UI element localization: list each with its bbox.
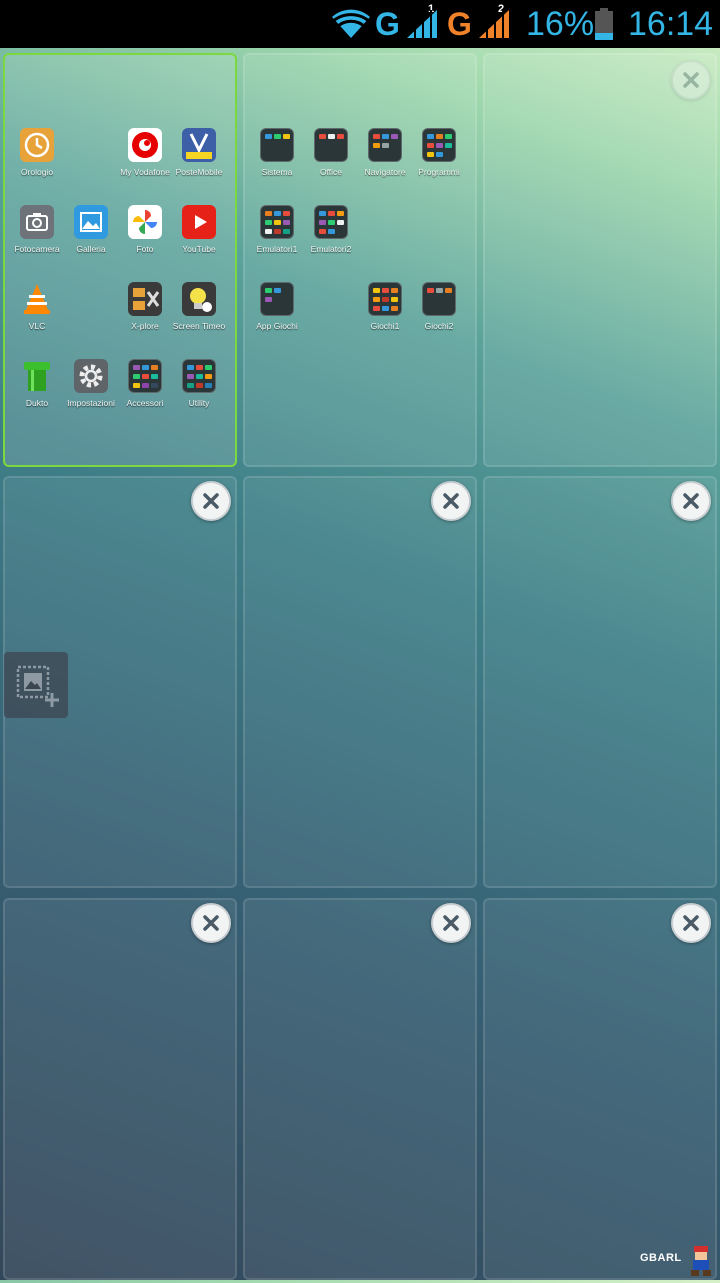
- folder-icon: [314, 128, 348, 162]
- watermark: GBARL: [640, 1252, 682, 1264]
- camera-icon: [20, 205, 54, 239]
- folder-giochi2[interactable]: Giochi2: [412, 282, 466, 331]
- dukto-icon: [20, 359, 54, 393]
- folder-icon: [260, 282, 294, 316]
- battery-percent: 16%: [526, 4, 595, 43]
- gallery-icon: [74, 205, 108, 239]
- postemobile-icon: [182, 128, 216, 162]
- folder-icon: [260, 128, 294, 162]
- folder-navigatore[interactable]: Navigatore: [358, 128, 412, 177]
- app-foto[interactable]: Foto: [118, 205, 172, 254]
- folder-icon: [260, 205, 294, 239]
- close-icon[interactable]: [671, 60, 711, 100]
- folder-programmi[interactable]: Programmi: [412, 128, 466, 177]
- app-galleria[interactable]: Galleria: [64, 205, 118, 254]
- app-x-plore[interactable]: X-plore: [118, 282, 172, 331]
- status-bar: G 1 G 2 16% 16:14: [0, 0, 720, 48]
- signal-icon: [405, 0, 439, 48]
- add-wallpaper-button[interactable]: [4, 652, 68, 718]
- close-icon[interactable]: [671, 481, 711, 521]
- app-orologio[interactable]: Orologio: [10, 128, 64, 177]
- app-youtube[interactable]: YouTube: [172, 205, 226, 254]
- folder-utility[interactable]: Utility: [172, 359, 226, 408]
- home-screen-9[interactable]: [483, 898, 717, 1280]
- app-screen-timeout[interactable]: Screen Timeo: [172, 282, 226, 331]
- close-icon[interactable]: [671, 903, 711, 943]
- signal-icon: [477, 0, 511, 48]
- xplore-icon: [128, 282, 162, 316]
- folder-icon: [422, 128, 456, 162]
- home-screen-7[interactable]: [3, 898, 237, 1280]
- youtube-icon: [182, 205, 216, 239]
- home-screen-2[interactable]: Sistema Office Navigatore Programmi Emul…: [243, 53, 477, 467]
- folder-office[interactable]: Office: [304, 128, 358, 177]
- folder-icon: [182, 359, 216, 393]
- close-icon[interactable]: [431, 903, 471, 943]
- close-icon[interactable]: [191, 903, 231, 943]
- network-type-2: G: [447, 5, 472, 42]
- close-icon[interactable]: [431, 481, 471, 521]
- folder-icon: [314, 205, 348, 239]
- app-dukto[interactable]: Dukto: [10, 359, 64, 408]
- mario-icon: [688, 1244, 714, 1283]
- app-impostazioni[interactable]: Impostazioni: [64, 359, 118, 408]
- clock-icon: [20, 128, 54, 162]
- folder-icon: [422, 282, 456, 316]
- vodafone-icon: [128, 128, 162, 162]
- network-type-1: G: [375, 5, 400, 42]
- folder-icon: [368, 282, 402, 316]
- battery-icon: [594, 0, 614, 48]
- app-postemobile[interactable]: PosteMobile: [172, 128, 226, 177]
- folder-icon: [368, 128, 402, 162]
- crop-image-add-icon: [16, 665, 59, 707]
- folder-app-giochi[interactable]: App Giochi: [250, 282, 304, 331]
- folder-accessori[interactable]: Accessori: [118, 359, 172, 408]
- vlc-icon: [20, 282, 54, 316]
- app-vlc[interactable]: VLC: [10, 282, 64, 331]
- folder-giochi1[interactable]: Giochi1: [358, 282, 412, 331]
- home-screen-8[interactable]: [243, 898, 477, 1280]
- folder-emulatori1[interactable]: Emulatori1: [250, 205, 304, 254]
- app-my-vodafone[interactable]: My Vodafone: [118, 128, 172, 177]
- home-screen-3[interactable]: [483, 53, 717, 467]
- photos-icon: [128, 205, 162, 239]
- home-screen-6[interactable]: [483, 476, 717, 888]
- clock: 16:14: [628, 4, 714, 43]
- folder-sistema[interactable]: Sistema: [250, 128, 304, 177]
- gear-icon: [74, 359, 108, 393]
- folder-emulatori2[interactable]: Emulatori2: [304, 205, 358, 254]
- app-fotocamera[interactable]: Fotocamera: [10, 205, 64, 254]
- home-screen-5[interactable]: [243, 476, 477, 888]
- bulb-icon: [182, 282, 216, 316]
- wifi-icon: [330, 0, 372, 48]
- folder-icon: [128, 359, 162, 393]
- close-icon[interactable]: [191, 481, 231, 521]
- home-screen-1[interactable]: Orologio My Vodafone PosteMobile Fotocam…: [3, 53, 237, 467]
